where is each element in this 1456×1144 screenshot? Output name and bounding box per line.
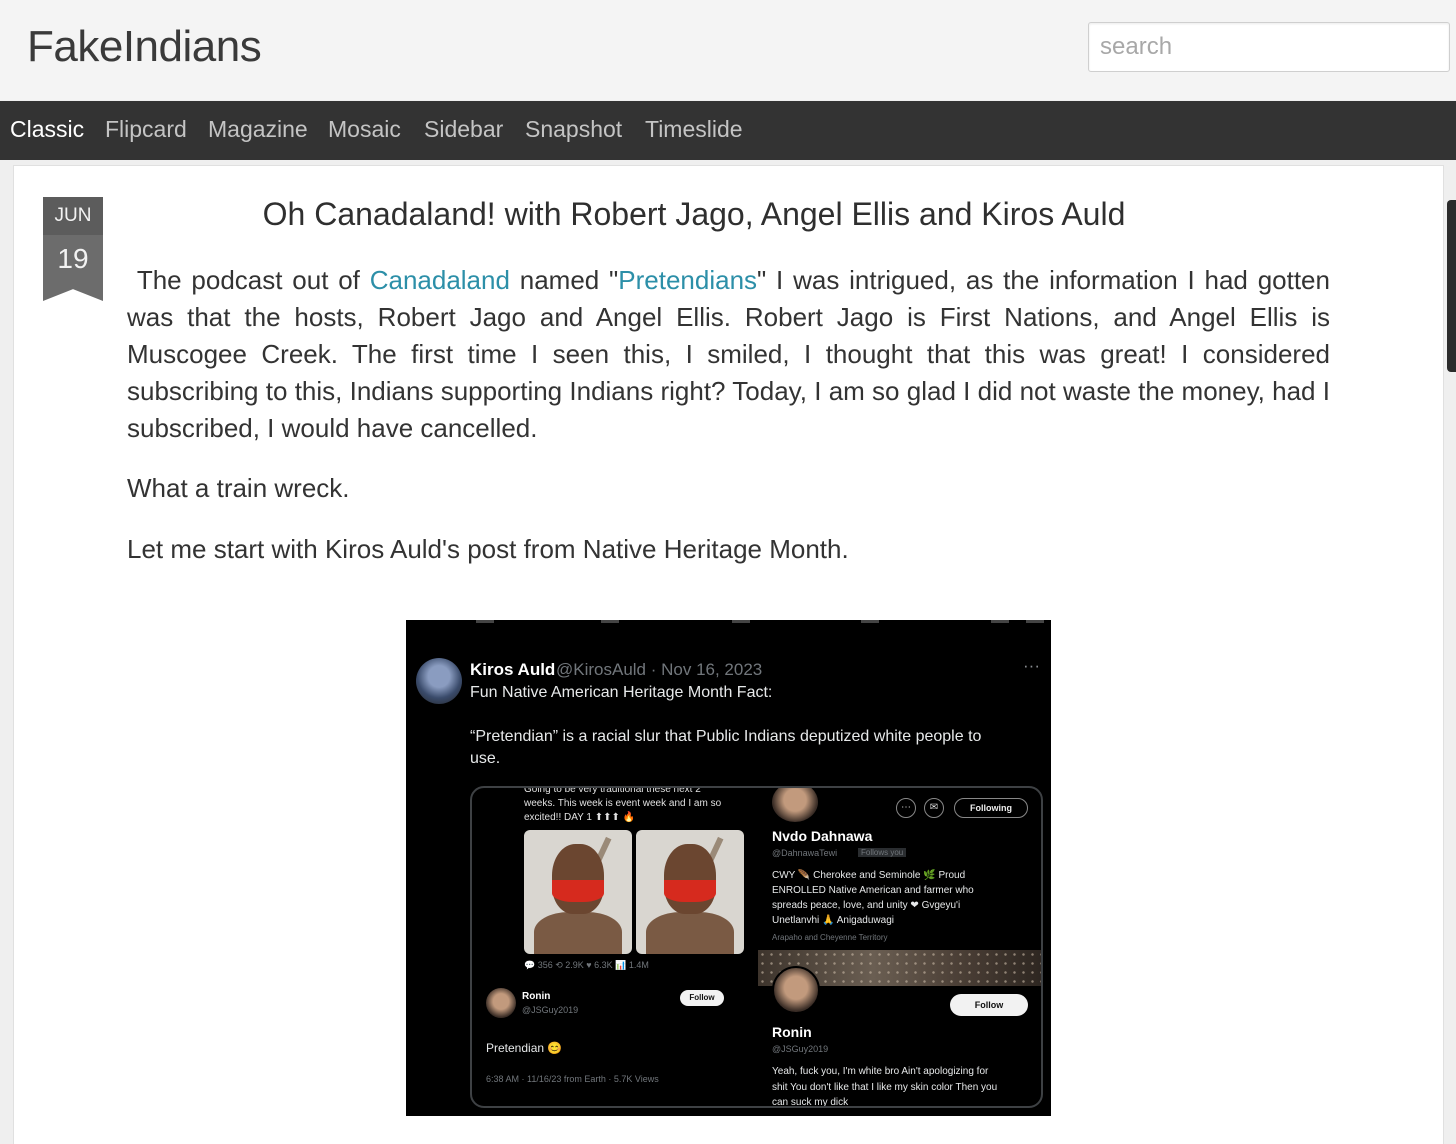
more-icon: ··· (1023, 656, 1040, 675)
post-paragraph-3: Let me start with Kiros Auld's post from… (127, 534, 849, 564)
nav-timeslide[interactable]: Timeslide (645, 116, 743, 143)
kiros-avatar (416, 658, 462, 704)
search-input[interactable] (1088, 22, 1450, 72)
nav-flipcard[interactable]: Flipcard (105, 116, 187, 143)
quoted-text-1: Going to be very traditional these next … (524, 786, 701, 795)
ronin-profile-handle: @JSGuy2019 (772, 1044, 829, 1054)
date-day: 19 (43, 235, 103, 301)
quoted-stats: 💬 356 ⟲ 2.9K ♥ 6.3K 📊 1.4M (524, 960, 649, 970)
ronin-profile-text-2: shit You don't like that I like my skin … (772, 1082, 998, 1093)
quoted-card: Going to be very traditional these next … (470, 786, 1043, 1108)
status-bar (406, 620, 1051, 630)
nvdo-location: Arapaho and Cheyenne Territory (772, 933, 888, 942)
following-button[interactable]: Following (954, 798, 1028, 818)
site-header: FakeIndians (0, 0, 1456, 100)
quoted-photo-1 (524, 830, 632, 954)
tweet-line-1: Fun Native American Heritage Month Fact: (470, 684, 773, 701)
follow-button-2[interactable]: Follow (950, 994, 1028, 1016)
nvdo-bio-1: CWY 🪶 Cherokee and Seminole 🌿 Proud (772, 870, 966, 881)
follow-button[interactable]: Follow (680, 990, 724, 1006)
nvdo-avatar (772, 788, 818, 822)
ronin-reply: Pretendian 😊 (486, 1041, 563, 1055)
post-date: JUN 19 (43, 197, 103, 301)
ronin-profile-name: Ronin (772, 1024, 812, 1040)
post-title[interactable]: Oh Canadaland! with Robert Jago, Angel E… (128, 196, 1260, 233)
follows-you-badge: Follows you (858, 848, 907, 857)
paragraph-text: named " (509, 265, 619, 295)
ronin-profile-avatar (772, 966, 820, 1014)
nav-snapshot[interactable]: Snapshot (525, 116, 622, 143)
paragraph-text: The podcast out of (136, 265, 370, 295)
more-options-icon[interactable]: ⋯ (896, 798, 916, 818)
nvdo-bio-3: spreads peace, love, and unity ❤ Gvgeyu'… (772, 900, 961, 911)
pretendians-link[interactable]: Pretendians (618, 265, 757, 295)
tweet-author-meta: @KirosAuld · Nov 16, 2023 (556, 660, 763, 679)
post-paragraph-1: The podcast out of Canadaland named "Pre… (127, 262, 1330, 447)
ronin-profile-text-1: Yeah, fuck you, I'm white bro Ain't apol… (772, 1066, 989, 1077)
scrollbar-thumb[interactable] (1447, 200, 1456, 372)
view-nav: Classic Flipcard Magazine Mosaic Sidebar… (0, 101, 1456, 160)
quoted-photo-2 (636, 830, 744, 954)
nav-mosaic[interactable]: Mosaic (328, 116, 401, 143)
ronin-handle: @JSGuy2019 (522, 1005, 579, 1015)
post-paragraph-2: What a train wreck. (127, 473, 350, 503)
ronin-reply-meta: 6:38 AM · 11/16/23 from Earth · 5.7K Vie… (486, 1074, 659, 1084)
date-month: JUN (43, 197, 103, 235)
canadaland-link[interactable]: Canadaland (370, 265, 510, 295)
mail-icon[interactable]: ✉ (924, 798, 944, 818)
tweet-author-name: Kiros Auld (470, 660, 556, 679)
nvdo-bio-2: ENROLLED Native American and farmer who (772, 885, 974, 896)
tweet-line-3: use. (470, 750, 501, 767)
tweet-screenshot: Kiros Auld @KirosAuld · Nov 16, 2023 ···… (406, 620, 1051, 1116)
ronin-profile-text-3: can suck my dick (772, 1097, 849, 1108)
quoted-text-3: excited!! DAY 1 ⬆⬆⬆ 🔥 (524, 812, 636, 823)
quoted-text-2: weeks. This week is event week and I am … (524, 798, 722, 809)
nav-magazine[interactable]: Magazine (208, 116, 308, 143)
nav-sidebar[interactable]: Sidebar (424, 116, 503, 143)
nvdo-bio-4: Unetlanvhi 🙏 Anigaduwagi (772, 915, 894, 926)
nav-classic[interactable]: Classic (10, 116, 84, 143)
ronin-name: Ronin (522, 991, 551, 1002)
nvdo-name: Nvdo Dahnawa (772, 828, 873, 844)
ronin-avatar (486, 988, 516, 1018)
tweet-line-2: “Pretendian” is a racial slur that Publi… (470, 728, 982, 745)
blog-title[interactable]: FakeIndians (27, 22, 262, 72)
nvdo-handle: @DahnawaTewi (772, 848, 838, 858)
